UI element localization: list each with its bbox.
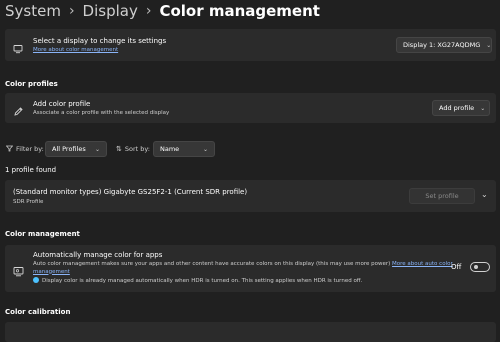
monitor-icon <box>13 39 23 58</box>
color-management-link[interactable]: More about color management <box>33 47 118 53</box>
display-dropdown-value: Display 1: XG27AQDMG <box>403 41 481 49</box>
sort-label: Sort by: <box>124 145 150 153</box>
sort-icon: ⇅ <box>116 145 122 153</box>
page-title: Color management <box>159 2 320 20</box>
auto-color-title: Automatically manage color for apps <box>33 251 163 259</box>
color-management-heading: Color management <box>5 230 80 238</box>
sort-by: ⇅ Sort by: <box>116 141 150 157</box>
filter-dropdown[interactable]: All Profiles ⌄ <box>45 141 107 157</box>
breadcrumb-separator: › <box>68 3 75 19</box>
chevron-down-icon[interactable]: ⌄ <box>481 190 488 199</box>
profile-list-item[interactable]: (Standard monitor types) Gigabyte GS25F2… <box>5 180 496 212</box>
display-select-title: Select a display to change its settings <box>33 37 167 45</box>
pen-icon <box>13 102 24 121</box>
filter-by: Filter by: <box>5 141 44 157</box>
chevron-down-icon: ⌄ <box>486 41 492 49</box>
color-calibration-card <box>5 322 496 342</box>
filter-value: All Profiles <box>52 145 86 153</box>
auto-color-card: Automatically manage color for apps Auto… <box>5 245 496 292</box>
add-profile-label: Add profile <box>439 104 475 112</box>
breadcrumb-system[interactable]: System <box>5 2 61 20</box>
info-icon <box>33 277 39 283</box>
display-select-card: Select a display to change its settings … <box>5 29 496 61</box>
profile-count: 1 profile found <box>5 166 57 174</box>
chevron-down-icon: ⌄ <box>202 145 208 153</box>
add-color-profile-title: Add color profile <box>33 100 91 108</box>
toggle-knob <box>474 265 478 269</box>
display-dropdown[interactable]: Display 1: XG27AQDMG ⌄ <box>396 37 492 53</box>
breadcrumb-display[interactable]: Display <box>83 2 138 20</box>
add-color-profile-card: Add color profile Associate a color prof… <box>5 93 496 123</box>
auto-color-toggle[interactable] <box>470 262 490 272</box>
chevron-down-icon: ⌄ <box>94 145 100 153</box>
breadcrumb-separator: › <box>145 3 152 19</box>
add-color-profile-desc: Associate a color profile with the selec… <box>33 110 170 116</box>
breadcrumb: System › Display › Color management <box>5 0 320 22</box>
auto-color-desc: Auto color management makes sure your ap… <box>33 261 453 276</box>
sort-dropdown[interactable]: Name ⌄ <box>153 141 215 157</box>
auto-color-info-text: Display color is already managed automat… <box>42 278 363 284</box>
set-profile-button[interactable]: Set profile <box>409 188 475 204</box>
profile-type: SDR Profile <box>13 199 44 205</box>
filter-icon <box>5 145 14 154</box>
chevron-down-icon: ⌄ <box>480 104 486 112</box>
toggle-state-label: Off <box>451 263 462 271</box>
color-calibration-heading: Color calibration <box>5 308 71 316</box>
add-profile-button[interactable]: Add profile ⌄ <box>432 100 490 116</box>
filter-label: Filter by: <box>16 145 44 153</box>
auto-color-desc-text: Auto color management makes sure your ap… <box>33 261 391 267</box>
color-profiles-heading: Color profiles <box>5 80 58 88</box>
sort-value: Name <box>160 145 180 153</box>
set-profile-label: Set profile <box>425 192 459 200</box>
profile-name: (Standard monitor types) Gigabyte GS25F2… <box>13 188 248 196</box>
auto-color-info: Display color is already managed automat… <box>33 277 362 284</box>
screen-color-icon <box>13 262 24 281</box>
